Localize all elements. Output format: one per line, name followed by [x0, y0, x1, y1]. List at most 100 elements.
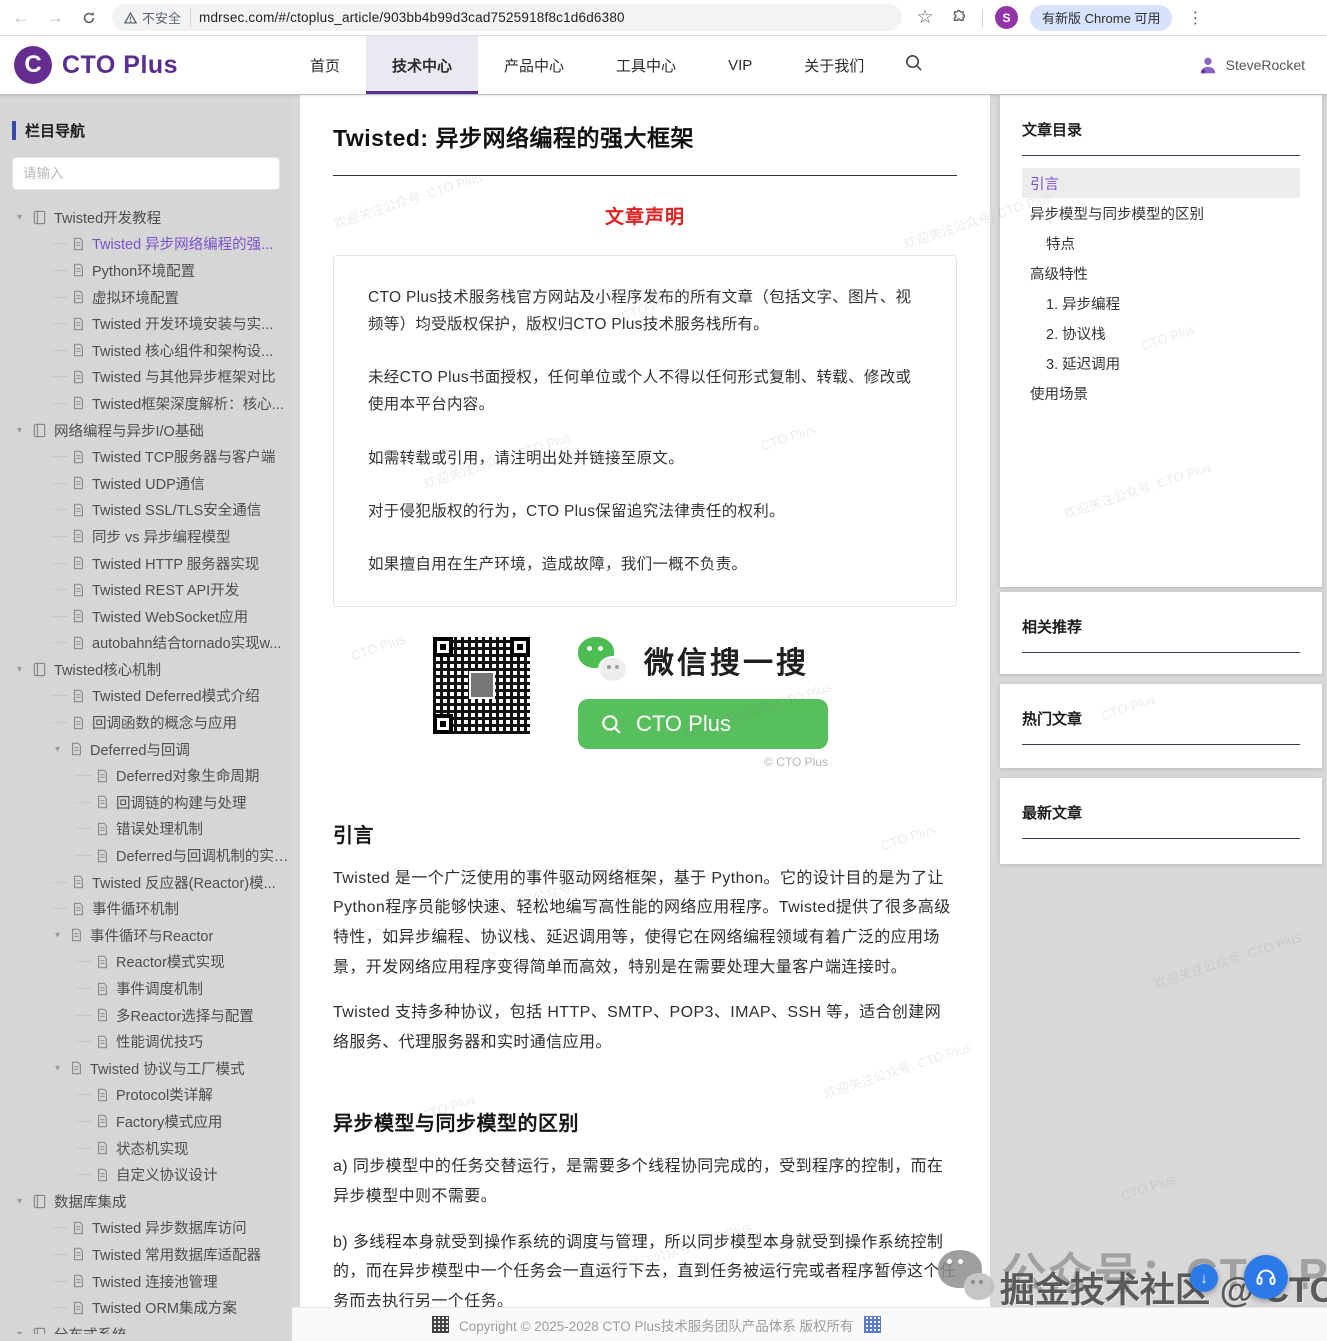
wechat-search-button[interactable]: CTO Plus: [578, 699, 828, 749]
tree-item[interactable]: 性能调优技巧: [0, 1028, 292, 1055]
file-icon: [72, 290, 85, 304]
tree-item[interactable]: Twisted 异步数据库访问: [0, 1215, 292, 1242]
toc-item[interactable]: 特点: [1022, 228, 1300, 258]
tree-item[interactable]: Twisted HTTP 服务器实现: [0, 550, 292, 577]
toc-item[interactable]: 2. 协议栈: [1022, 318, 1300, 348]
tree-item[interactable]: Protocol类详解: [0, 1082, 292, 1109]
tree-item[interactable]: 自定义协议设计: [0, 1161, 292, 1188]
file-icon: [70, 742, 83, 756]
nav-item-技术中心[interactable]: 技术中心: [366, 36, 478, 94]
bookmark-star-icon[interactable]: ☆: [914, 7, 936, 29]
hot-articles-divider: [1022, 744, 1300, 745]
caret-down-icon[interactable]: ▾: [14, 1196, 25, 1207]
tree-item[interactable]: Twisted WebSocket应用: [0, 603, 292, 630]
tree-connector: [76, 1174, 91, 1175]
hot-articles-title: 热门文章: [1022, 708, 1300, 729]
toc-item[interactable]: 高级特性: [1022, 258, 1300, 288]
caret-down-icon[interactable]: ▾: [52, 744, 63, 755]
book-icon: [32, 1194, 47, 1209]
caret-down-icon[interactable]: ▾: [14, 425, 25, 436]
caret-down-icon[interactable]: ▾: [14, 212, 25, 223]
tree-item[interactable]: Twisted ORM集成方案: [0, 1294, 292, 1321]
caret-down-icon[interactable]: ▾: [14, 664, 25, 675]
nav-item-首页[interactable]: 首页: [284, 36, 366, 94]
tree-item[interactable]: ▾Twisted核心机制: [0, 656, 292, 683]
copyright-text: Copyright © 2025-2028 CTO Plus技术服务团队产品体系…: [459, 1315, 854, 1335]
tree-connector: [76, 855, 91, 856]
tree-item[interactable]: 同步 vs 异步编程模型: [0, 523, 292, 550]
tree-item[interactable]: Twisted 常用数据库适配器: [0, 1241, 292, 1268]
toc-item[interactable]: 1. 异步编程: [1022, 288, 1300, 318]
tree-item[interactable]: Deferred与回调机制的实际...: [0, 842, 292, 869]
tree-item[interactable]: 多Reactor选择与配置: [0, 1002, 292, 1029]
latest-articles-divider: [1022, 838, 1300, 839]
wechat-promo-row: 微信搜一搜 CTO Plus © CTO Plus: [333, 637, 957, 769]
caret-down-icon[interactable]: ▾: [52, 1063, 63, 1074]
tree-item[interactable]: Twisted 开发环境安装与实...: [0, 310, 292, 337]
tree-item[interactable]: ▾Deferred与回调: [0, 736, 292, 763]
tree-item[interactable]: Twisted 异步网络编程的强...: [0, 231, 292, 258]
tree-item[interactable]: ▾事件循环与Reactor: [0, 922, 292, 949]
toc-item[interactable]: 异步模型与同步模型的区别: [1022, 198, 1300, 228]
tree-item[interactable]: 事件循环机制: [0, 895, 292, 922]
tree-item[interactable]: autobahn结合tornado实现w...: [0, 630, 292, 657]
tree-item[interactable]: Factory模式应用: [0, 1108, 292, 1135]
chrome-update-button[interactable]: 有新版 Chrome 可用: [1030, 5, 1172, 31]
customer-service-button[interactable]: [1244, 1255, 1288, 1299]
caret-down-icon[interactable]: ▾: [14, 1329, 25, 1334]
tree-item[interactable]: Twisted UDP通信: [0, 470, 292, 497]
tree-item[interactable]: Twisted 核心组件和架构设...: [0, 337, 292, 364]
search-icon[interactable]: [904, 53, 923, 77]
toc-item[interactable]: 使用场景: [1022, 378, 1300, 408]
footer-qr-icon: [864, 1316, 881, 1333]
tree-item[interactable]: Reactor模式实现: [0, 949, 292, 976]
tree-item[interactable]: 回调函数的概念与应用: [0, 709, 292, 736]
tree-item[interactable]: ▾分布式系统: [0, 1321, 292, 1334]
latest-articles-title: 最新文章: [1022, 802, 1300, 823]
address-bar[interactable]: 不安全 mdrsec.com/#/ctoplus_article/903bb4b…: [112, 4, 902, 31]
site-logo[interactable]: C CTO Plus: [14, 46, 284, 84]
menu-dots-icon[interactable]: ⋮: [1184, 7, 1206, 29]
forward-icon[interactable]: →: [44, 7, 66, 29]
tree-item[interactable]: Twisted框架深度解析：核心...: [0, 390, 292, 417]
toc-item[interactable]: 引言: [1022, 168, 1300, 198]
refresh-icon[interactable]: [78, 7, 100, 29]
tree-item[interactable]: Twisted TCP服务器与客户端: [0, 443, 292, 470]
tree-item[interactable]: Twisted REST API开发: [0, 576, 292, 603]
tree-item[interactable]: ▾数据库集成: [0, 1188, 292, 1215]
tree-item[interactable]: Python环境配置: [0, 257, 292, 284]
file-icon: [72, 1301, 85, 1315]
nav-item-工具中心[interactable]: 工具中心: [590, 36, 702, 94]
tree-item[interactable]: Twisted 连接池管理: [0, 1268, 292, 1295]
tree-connector: [52, 695, 67, 696]
caret-down-icon[interactable]: ▾: [52, 930, 63, 941]
tree-item[interactable]: 状态机实现: [0, 1135, 292, 1162]
tree-item[interactable]: Deferred对象生命周期: [0, 762, 292, 789]
user-menu[interactable]: SteveRocket: [1197, 54, 1305, 76]
nav-item-关于我们[interactable]: 关于我们: [778, 36, 890, 94]
file-icon: [72, 450, 85, 464]
tree-item[interactable]: 虚拟环境配置: [0, 284, 292, 311]
back-icon[interactable]: ←: [10, 7, 32, 29]
tree-item[interactable]: 事件调度机制: [0, 975, 292, 1002]
tree-item-label: Python环境配置: [92, 260, 195, 281]
tree-item[interactable]: Twisted Deferred模式介绍: [0, 683, 292, 710]
toc-item[interactable]: 3. 延迟调用: [1022, 348, 1300, 378]
tree-item[interactable]: ▾Twisted 协议与工厂模式: [0, 1055, 292, 1082]
tree-connector: [52, 536, 67, 537]
nav-item-产品中心[interactable]: 产品中心: [478, 36, 590, 94]
tree-item[interactable]: Twisted SSL/TLS安全通信: [0, 497, 292, 524]
tree-item[interactable]: 回调链的构建与处理: [0, 789, 292, 816]
tree-item[interactable]: ▾Twisted开发教程: [0, 204, 292, 231]
nav-item-VIP[interactable]: VIP: [702, 36, 778, 94]
extensions-icon[interactable]: [948, 7, 970, 29]
tree-item[interactable]: Twisted 与其他异步框架对比: [0, 364, 292, 391]
scroll-down-button[interactable]: ↓: [1190, 1264, 1218, 1292]
profile-avatar[interactable]: S: [995, 6, 1018, 29]
tree-connector: [76, 828, 91, 829]
security-chip[interactable]: 不安全: [124, 8, 191, 27]
tree-item[interactable]: Twisted 反应器(Reactor)模...: [0, 869, 292, 896]
tree-item[interactable]: ▾网络编程与异步I/O基础: [0, 417, 292, 444]
tree-item[interactable]: 错误处理机制: [0, 816, 292, 843]
sidebar-search-input[interactable]: [12, 157, 280, 190]
